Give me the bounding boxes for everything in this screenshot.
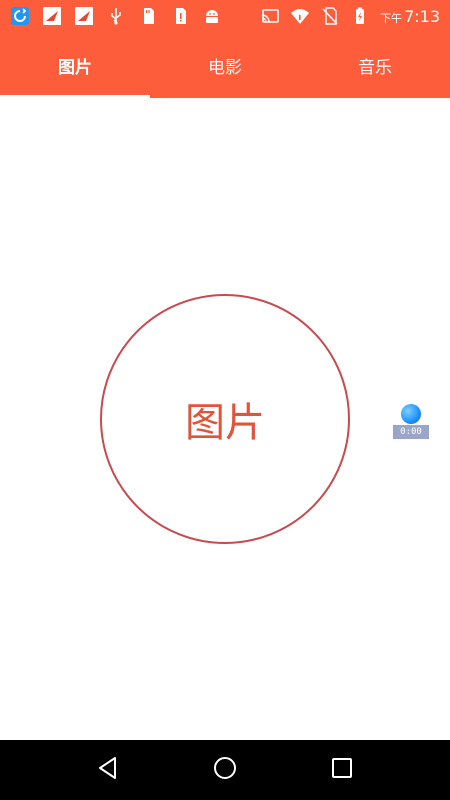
battery-charging-icon xyxy=(350,6,370,26)
recents-button[interactable] xyxy=(322,750,362,790)
tab-pictures[interactable]: 图片 xyxy=(0,32,150,98)
back-button[interactable] xyxy=(88,750,128,790)
floating-timer-widget[interactable]: 0:00 xyxy=(393,404,429,444)
status-bar-notifications xyxy=(10,6,222,26)
home-icon xyxy=(212,755,238,785)
circle-label: 图片 xyxy=(185,400,265,446)
tab-music-label: 音乐 xyxy=(358,57,392,78)
floating-timer-label: 0:00 xyxy=(393,425,429,439)
clock-time: 7:13 xyxy=(404,6,440,26)
content-circle[interactable]: 图片 xyxy=(100,294,350,544)
navigation-bar xyxy=(0,740,450,800)
android-icon xyxy=(202,6,222,26)
floating-ball-icon xyxy=(401,404,421,424)
tab-movies-label: 电影 xyxy=(208,57,242,78)
sd-card-icon xyxy=(138,6,158,26)
tab-music[interactable]: 音乐 xyxy=(300,32,450,98)
cast-icon xyxy=(260,6,280,26)
recents-icon xyxy=(329,755,355,785)
status-bar-clock: 下午 7:13 xyxy=(380,7,440,26)
usb-icon xyxy=(106,6,126,26)
tab-bar: 图片 电影 音乐 xyxy=(0,32,450,98)
tab-pictures-label: 图片 xyxy=(58,57,92,78)
clock-ampm: 下午 xyxy=(380,11,403,25)
no-sim-icon xyxy=(320,6,340,26)
bird-app-icon xyxy=(42,6,62,26)
sd-card-alert-icon xyxy=(170,6,190,26)
status-bar-system: 下午 7:13 xyxy=(260,6,440,26)
home-button[interactable] xyxy=(205,750,245,790)
status-bar: 下午 7:13 xyxy=(0,0,450,32)
wifi-icon xyxy=(290,6,310,26)
back-icon xyxy=(95,755,121,785)
tab-movies[interactable]: 电影 xyxy=(150,32,300,98)
sync-icon xyxy=(10,6,30,26)
tab-content-pictures: 图片 0:00 xyxy=(0,98,450,740)
bird-app-icon-2 xyxy=(74,6,94,26)
